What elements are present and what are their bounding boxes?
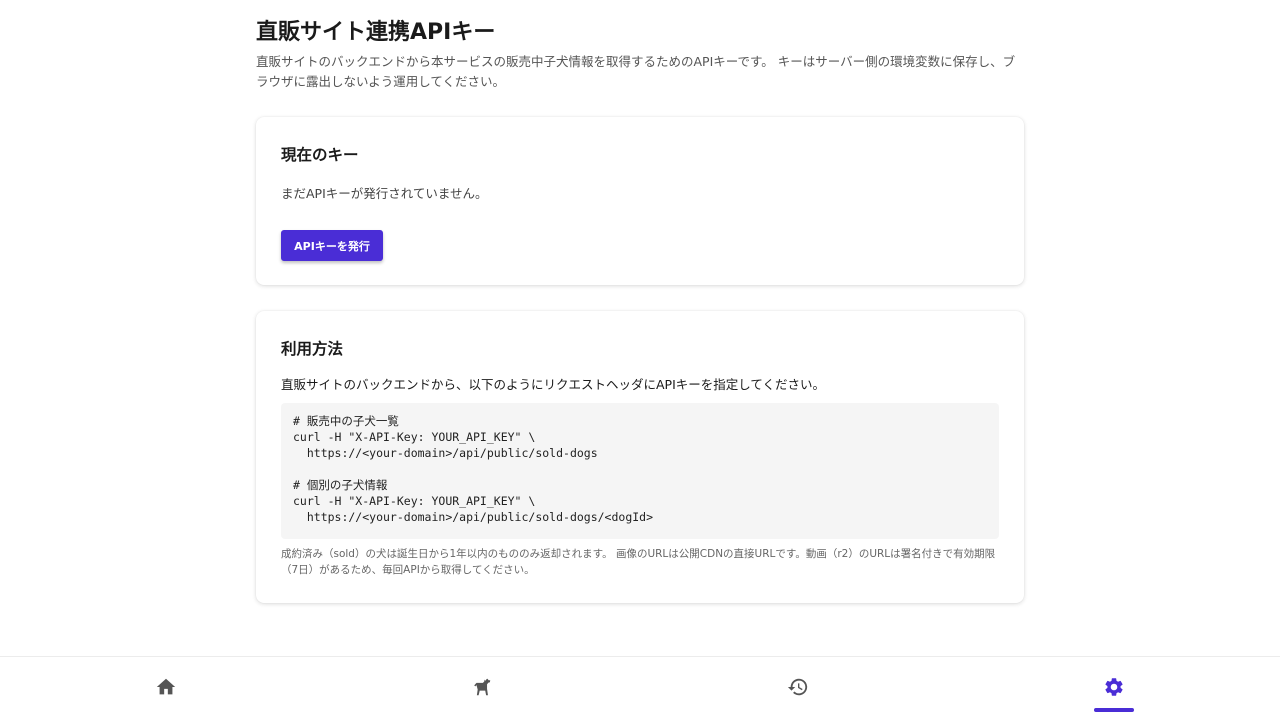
bottom-navigation (0, 656, 1280, 720)
code-line: curl -H "X-API-Key: YOUR_API_KEY" \ (293, 430, 536, 444)
usage-intro-text: 直販サイトのバックエンドから、以下のようにリクエストヘッダにAPIキーを指定して… (281, 377, 826, 392)
usage-note: 成約済み（sold）の犬は誕生日から1年以内のもののみ返却されます。 画像のUR… (281, 548, 996, 576)
usage-card: 利用方法 直販サイトのバックエンドから、以下のようにリクエストヘッダにAPIキー… (256, 311, 1024, 603)
code-line: https://<your-domain>/api/public/sold-do… (293, 446, 598, 460)
code-line: https://<your-domain>/api/public/sold-do… (293, 510, 654, 524)
code-example-block: # 販売中の子犬一覧 curl -H "X-API-Key: YOUR_API_K… (281, 403, 999, 539)
code-line: curl -H "X-API-Key: YOUR_API_KEY" \ (293, 494, 536, 508)
nav-item-dogs[interactable] (322, 657, 642, 720)
nav-item-home[interactable] (6, 657, 326, 720)
key-status-text: まだAPIキーが発行されていません。 (281, 186, 488, 201)
active-nav-indicator (1094, 708, 1134, 712)
code-line: # 個別の子犬情報 (293, 478, 388, 492)
page-title: 直販サイト連携APIキー (256, 20, 496, 45)
current-key-title: 現在のキー (281, 146, 359, 164)
issue-api-key-button[interactable]: APIキーを発行 (281, 230, 383, 261)
dog-icon (471, 676, 493, 702)
code-line: # 販売中の子犬一覧 (293, 414, 399, 428)
nav-item-history[interactable] (638, 657, 958, 720)
home-icon (155, 676, 177, 702)
page-description: 直販サイトのバックエンドから本サービスの販売中子犬情報を取得するためのAPIキー… (256, 54, 1016, 89)
usage-title: 利用方法 (281, 340, 344, 358)
history-icon (787, 676, 809, 702)
current-key-card: 現在のキー まだAPIキーが発行されていません。 APIキーを発行 (256, 117, 1024, 285)
gear-icon (1103, 676, 1125, 702)
